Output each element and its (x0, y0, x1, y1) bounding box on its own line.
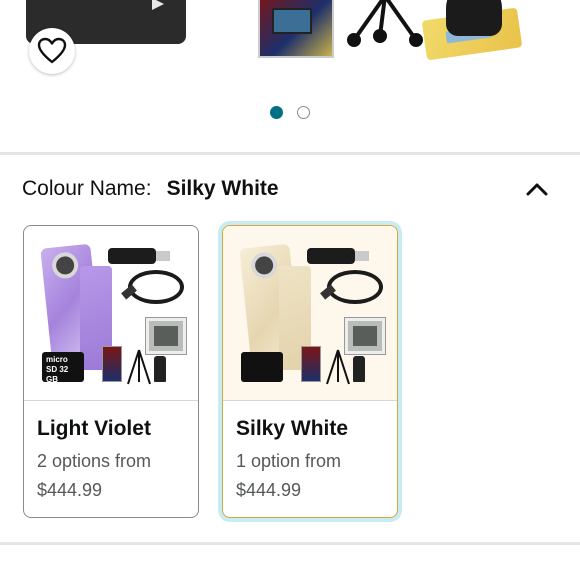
option-name: Light Violet (37, 417, 151, 440)
carousel-pagination (0, 106, 580, 119)
cable-image (327, 270, 383, 304)
chevron-up-icon (526, 183, 548, 196)
accessory-box-image (301, 346, 321, 382)
cleaning-bottle-image (154, 356, 166, 382)
cable-image (128, 270, 184, 304)
option-availability: 1 option from (236, 451, 342, 471)
option-name: Silky White (236, 417, 349, 440)
carousel-dot-1[interactable] (270, 106, 283, 119)
tripod-image (127, 349, 151, 385)
sd-card-image (241, 352, 283, 382)
variation-selected-value: Silky White (166, 177, 279, 200)
heart-icon (37, 37, 67, 64)
product-page: Colour Name: Silky White micro SD 32 GB (0, 0, 580, 580)
colour-option-silky-white[interactable]: Silky White 1 option from $444.99 (222, 225, 398, 518)
carousel-dot-2[interactable] (297, 106, 310, 119)
section-divider (0, 152, 580, 155)
image-carousel[interactable] (0, 0, 580, 100)
card-reader-image (307, 248, 369, 264)
option-availability: 2 options from (37, 451, 152, 471)
wishlist-button[interactable] (29, 28, 75, 74)
variation-label: Colour Name: (22, 177, 152, 200)
accessory-box-image (102, 346, 122, 382)
option-price: $444.99 (236, 480, 302, 500)
section-divider (0, 542, 580, 545)
card-reader-image (108, 248, 170, 264)
collapse-button[interactable] (522, 174, 552, 204)
sd-card-image: micro SD 32 GB (42, 352, 84, 384)
variation-header[interactable]: Colour Name: Silky White (22, 174, 558, 204)
option-thumbnail: micro SD 32 GB (24, 226, 198, 401)
cleaning-bottle-image (353, 356, 365, 382)
option-thumbnail (223, 226, 397, 401)
accessory-box-image (258, 0, 334, 58)
tripod-image (326, 349, 350, 385)
option-price: $444.99 (37, 480, 103, 500)
colour-option-light-violet[interactable]: micro SD 32 GB Light Violet 2 options fr… (23, 225, 199, 518)
tripod-image (347, 0, 423, 47)
lens-cap-image (446, 0, 502, 36)
